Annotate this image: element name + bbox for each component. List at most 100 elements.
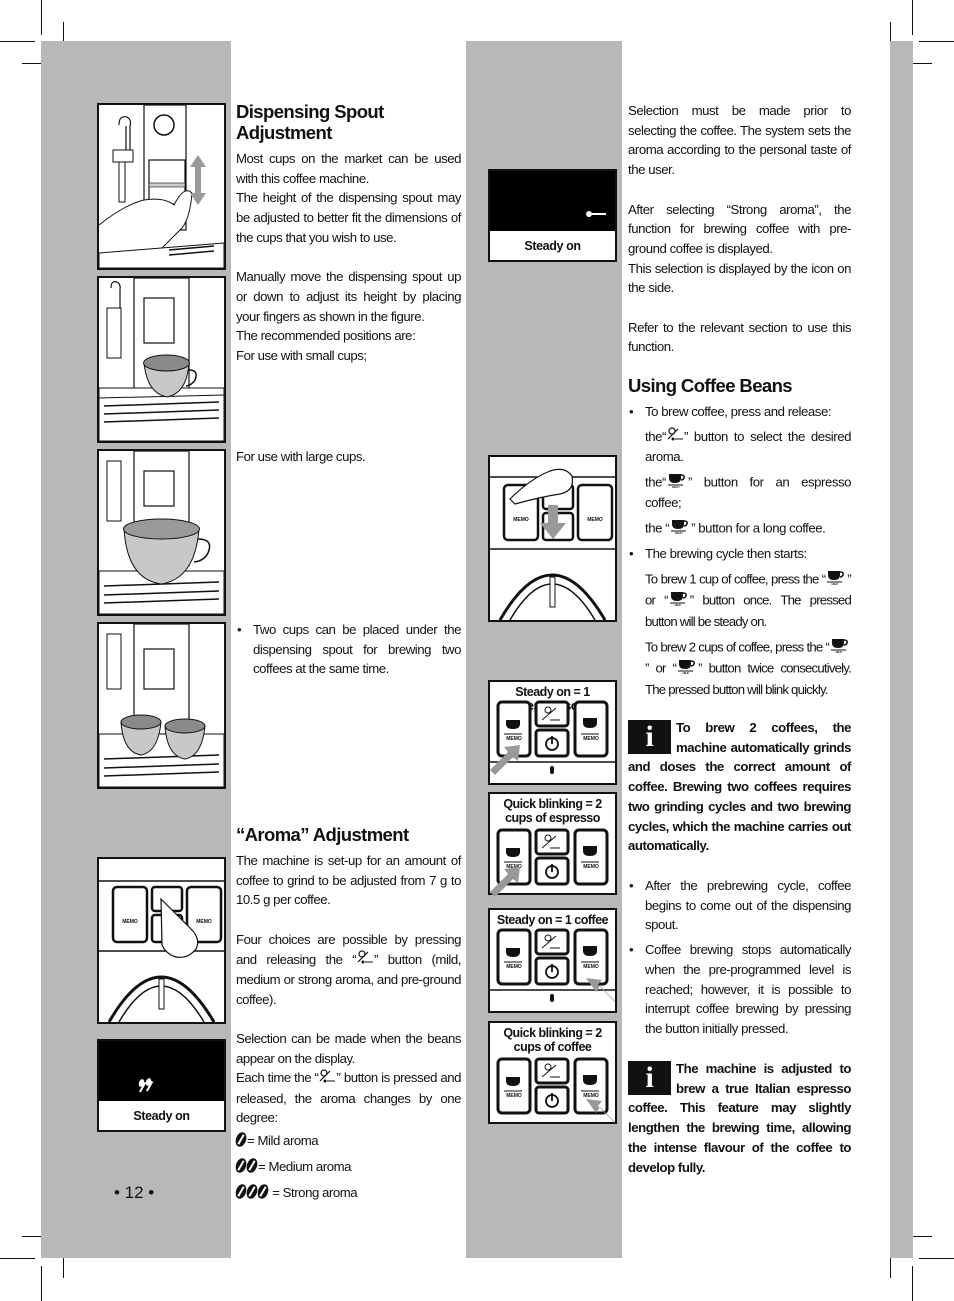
paragraph: Manually move the dispensing spout up or… [236, 269, 461, 324]
bullet-item: After the prebrewing cycle, coffee begin… [628, 876, 851, 935]
dispensing-section: Dispensing Spout Adjustment Most cups on… [236, 101, 461, 366]
aroma-button [534, 828, 570, 856]
paragraph: After selecting “Strong aroma”, the func… [628, 201, 851, 256]
crop-mark [0, 41, 35, 42]
sub-item-coffee: the “MEMO” button for a long coffee. [628, 518, 851, 540]
crop-mark [919, 1258, 954, 1259]
crop-mark [912, 1266, 913, 1301]
aroma-level-1: = Mild aroma [233, 1130, 461, 1151]
figure-two-cups [97, 622, 226, 789]
sub-item-two-cups: To brew 2 cups of coffee, press the “MEM… [628, 637, 852, 700]
control-panel-figure: Quick blinking = 2 cups of espresso MEMO M… [488, 792, 617, 897]
aroma-level-label: = Medium aroma [258, 1158, 352, 1174]
display-preground-steady: Steady on [488, 169, 617, 262]
aroma-button [534, 700, 570, 728]
spoon-handle [592, 213, 606, 215]
espresso-cup-memo-icon: MEMO [829, 637, 851, 659]
aroma-button [534, 928, 570, 956]
crop-mark [0, 1258, 35, 1259]
crop-mark [41, 1266, 42, 1301]
aroma-section: “Aroma” Adjustment The machine is set-up… [233, 824, 462, 1203]
note-two-coffees: i To brew 2 coffees, the machine automati… [628, 718, 851, 856]
figure-small-cup [97, 276, 226, 443]
paragraph: Four choices are possible by pressing an… [236, 931, 462, 1007]
sub-item-one-cup: To brew 1 cup of coffee, press the “MEMO… [628, 569, 852, 632]
control-panel-figure: Steady on = 1 espressoMEMOMEMO [488, 680, 617, 785]
note-italian-espresso: i The machine is adjusted to brew a true … [628, 1059, 851, 1177]
svg-text:MEMO: MEMO [583, 736, 599, 742]
svg-text:MEMO: MEMO [672, 485, 681, 488]
svg-text:MEMO: MEMO [506, 736, 522, 742]
section-heading: Dispensing Spout Adjustment [236, 101, 461, 143]
page-number: • 12 • [114, 1183, 155, 1202]
section-heading: “Aroma” Adjustment [236, 824, 409, 845]
bean-icon [137, 1078, 146, 1088]
coffee-button [573, 700, 609, 758]
coffee-cup-memo-icon: MEMO [676, 658, 698, 680]
info-icon: i [628, 720, 671, 754]
svg-text:MEMO: MEMO [583, 964, 599, 970]
paragraph: For use with small cups; [236, 348, 367, 364]
control-panel-figure: Steady on = 1 coffee MEMO MEMO [488, 908, 617, 1013]
bullet-item: The brewing cycle then starts: [628, 544, 851, 564]
section-heading: Using Coffee Beans [628, 375, 793, 396]
figure-large-cup [97, 449, 226, 616]
espresso-button [496, 1057, 532, 1115]
aroma-bean-spoon-icon [356, 950, 374, 970]
info-note: i To brew 2 coffees, the machine automati… [628, 720, 851, 854]
aroma-level-3: = Strong aroma [233, 1182, 461, 1203]
bullet-item: Coffee brewing stops automatically when … [628, 940, 851, 1039]
svg-text:MEMO: MEMO [583, 1093, 599, 1099]
svg-text:MEMO: MEMO [587, 517, 603, 523]
brewing-bullets: After the prebrewing cycle, coffee begin… [628, 876, 851, 1039]
svg-text:MEMO: MEMO [583, 864, 599, 870]
panel-caption: Steady on = 1 coffee [496, 913, 609, 927]
coffee-button [573, 828, 609, 886]
svg-text:MEMO: MEMO [122, 919, 138, 925]
coffee-button [573, 928, 609, 986]
coffee-beans-section: Using Coffee Beans To brew coffee, press… [628, 375, 852, 700]
paragraph: Refer to the relevant section to use thi… [628, 319, 851, 355]
aroma-bean-spoon-icon [318, 1069, 336, 1089]
two-cups-text: Two cups can be placed under the dispens… [236, 620, 461, 679]
espresso-cup-memo-icon: MEMO [666, 472, 688, 494]
info-icon: i [628, 1061, 671, 1095]
large-cups-text: For use with large cups. [236, 447, 461, 467]
panel-caption: Quick blinking = 2 cups of espresso [503, 797, 602, 825]
aroma-level-label: = Strong aroma [269, 1184, 358, 1200]
paragraph: For use with large cups. [236, 449, 366, 464]
crop-mark [41, 0, 42, 35]
figure-spout-adjust-hand [97, 103, 226, 270]
heading-line: Dispensing Spout [236, 101, 384, 122]
coffee-cup-memo-icon: MEMO [668, 590, 690, 612]
display-aroma-steady: Steady on [97, 1039, 226, 1132]
info-note: i The machine is adjusted to brew a true … [628, 1061, 851, 1175]
heading-line: Adjustment [236, 122, 332, 143]
paragraph: The machine is set-up for an amount of c… [236, 853, 461, 908]
paragraph: This selection is displayed by the icon … [628, 260, 851, 296]
svg-text:MEMO: MEMO [506, 964, 522, 970]
bullet-item: Two cups can be placed under the dispens… [236, 620, 461, 679]
figure-aroma-button-press: MEMO MEMO [97, 857, 226, 1024]
paragraph: The height of the dispensing spout may b… [236, 190, 461, 245]
aroma-level-label: = Mild aroma [247, 1133, 319, 1149]
espresso-cup-memo-icon: MEMO [825, 569, 847, 591]
paragraph: Selection must be made prior to selectin… [628, 103, 851, 178]
aroma-levels-list: = Mild aroma = Medium aroma = Strong arom… [233, 1130, 461, 1203]
sub-item-aroma: the“” button to select the desired aroma… [645, 427, 851, 465]
paragraph: Most cups on the market can be used with… [236, 151, 461, 186]
svg-text:MEMO: MEMO [513, 517, 529, 523]
aroma-level-2: = Medium aroma [233, 1156, 461, 1177]
figure-espresso-button-press: MEMO MEMO [488, 455, 617, 622]
coffee-cup-memo-icon: MEMO [669, 518, 691, 540]
paragraph: The recommended positions are: [236, 328, 416, 344]
svg-text:MEMO: MEMO [196, 919, 212, 925]
selection-section: Selection must be made prior to selectin… [628, 101, 851, 357]
bullet-item: To brew coffee, press and release: [628, 402, 851, 422]
paragraph: Each time the “” button is pressed and r… [236, 1069, 462, 1126]
svg-text:MEMO: MEMO [506, 1093, 522, 1099]
display-caption: Steady on [524, 239, 581, 253]
svg-text:MEMO: MEMO [675, 531, 684, 534]
sub-item-espresso: the“ MEMO” button for an espresso coffee; [628, 472, 851, 513]
espresso-button [496, 928, 532, 986]
